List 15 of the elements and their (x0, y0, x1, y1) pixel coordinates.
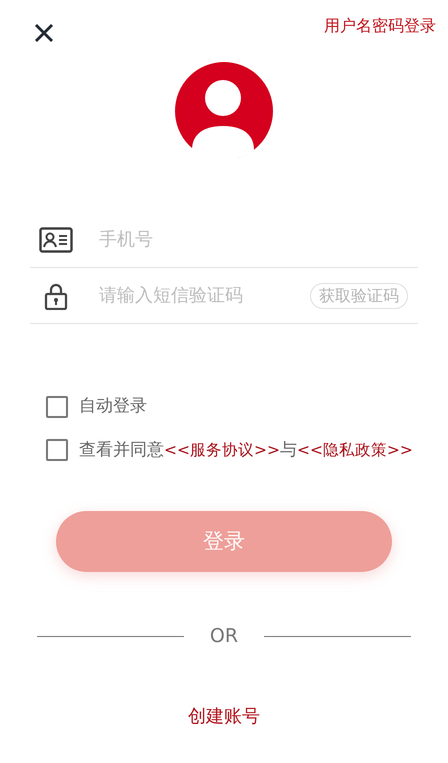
close-button[interactable] (33, 22, 55, 44)
checkbox-label: 自动登录 (79, 395, 147, 418)
avatar-icon (175, 62, 273, 160)
agreement-text: 查看并同意<<服务协议>>与<<隐私政策>> (79, 438, 413, 462)
password-login-link[interactable]: 用户名密码登录 (324, 14, 436, 38)
id-card-icon (39, 226, 73, 252)
create-account-link[interactable]: 创建账号 (188, 702, 260, 730)
privacy-policy-link[interactable]: <<隐私政策>> (296, 440, 413, 458)
checkbox[interactable] (46, 396, 68, 418)
checkbox[interactable] (46, 439, 68, 462)
close-icon (34, 23, 54, 43)
phone-field[interactable]: 手机号 (99, 226, 408, 253)
or-divider-text: OR (208, 624, 240, 649)
service-agreement-link[interactable]: <<服务协议>> (164, 440, 280, 458)
code-field[interactable]: 请输入短信验证码 (99, 282, 284, 309)
